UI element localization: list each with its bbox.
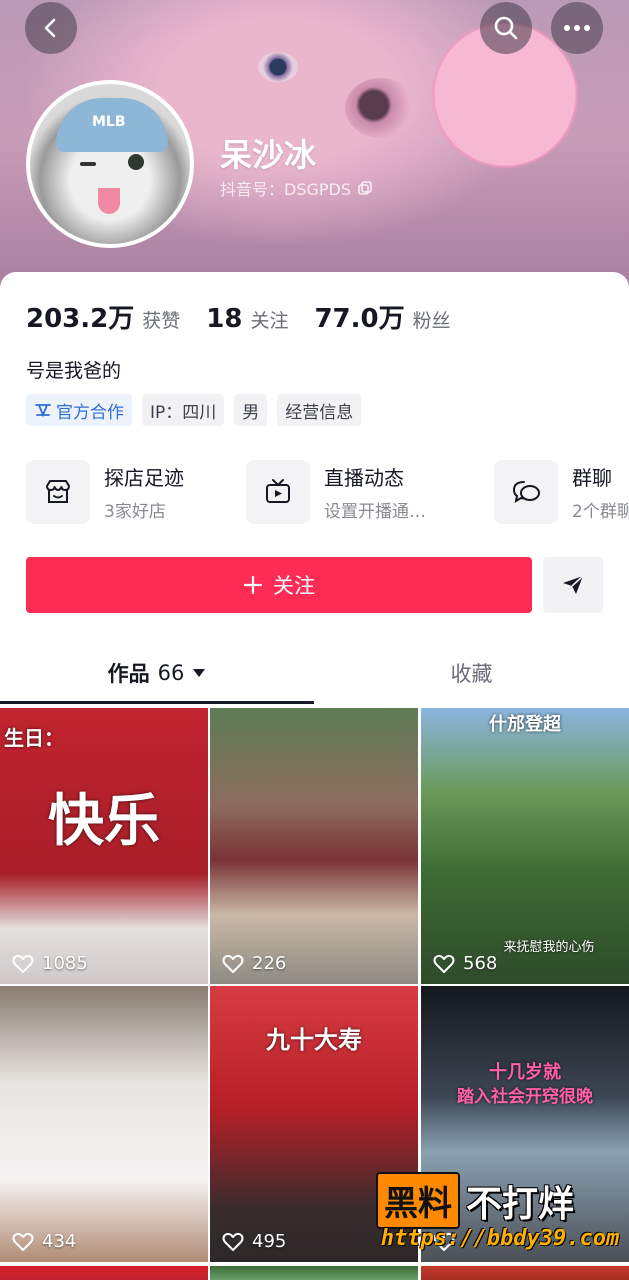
video-likes-count: 495 [252,1231,287,1252]
watermark: 黑料 不打烊 [376,1172,574,1229]
stat-following-number: 18 [206,304,243,334]
service-live-title: 直播动态 [324,466,404,490]
tags-row: 官方合作 IP：四川 男 经营信息 [26,394,362,426]
chat-icon [512,481,540,504]
video-overlay-top: 什邡登超 [489,714,561,735]
search-button[interactable] [480,2,532,54]
heart-icon [222,954,244,973]
stat-likes-number: 203.2万 [26,304,135,334]
tag-gender: 男 [234,394,268,426]
service-store-visits[interactable]: 探店足迹 3家好店 [26,460,184,524]
copy-icon[interactable] [357,180,373,196]
search-icon [494,16,518,40]
tag-official[interactable]: 官方合作 [26,394,132,426]
video-likes: 568 [433,953,497,974]
tab-favorites[interactable]: 收藏 [314,642,629,704]
stat-followers-label: 粉丝 [412,310,451,332]
douyin-id: 抖音号：DSGPDS [220,180,352,199]
content-tabs: 作品 66 收藏 [0,642,629,704]
tag-ip: IP：四川 [142,394,225,426]
douyin-id-row[interactable]: 抖音号：DSGPDS [220,176,373,200]
tab-active-underline [0,701,314,704]
service-live-sub: 设置开播通… [324,502,426,522]
services-row: 探店足迹 3家好店 直播动态 设置开播通… 群聊 2个群聊 [26,460,629,524]
more-button[interactable] [551,2,603,54]
service-group-chat[interactable]: 群聊 2个群聊 [494,460,629,524]
back-button[interactable] [25,2,77,54]
video-thumbnail[interactable]: 434 [0,986,208,1262]
tab-works-count: 66 [157,661,185,685]
video-overlay-top: 九十大寿 [266,1026,362,1054]
stat-followers[interactable]: 77.0万 粉丝 [314,298,450,335]
avatar-eye-right [128,154,144,170]
video-likes: 226 [222,953,286,974]
share-button[interactable] [543,557,603,613]
video-thumbnail[interactable]: 什邡登超 来抚慰我的心伤 568 [421,708,629,984]
avatar[interactable]: MLB [26,80,194,248]
avatar-eye-left [80,162,96,166]
stat-likes[interactable]: 203.2万 获赞 [26,298,180,335]
heart-icon [222,1232,244,1251]
video-thumbnail[interactable] [0,1266,208,1280]
chevron-left-icon [44,18,56,38]
video-overlay-top: 生日： [4,726,64,750]
stat-likes-label: 获赞 [142,310,181,332]
video-likes-count: 568 [463,953,498,974]
more-dots-icon [564,25,590,31]
video-thumbnail[interactable]: 生日： 快乐 1085 [0,708,208,984]
stats-row: 203.2万 获赞 18 关注 77.0万 粉丝 [26,298,477,335]
watermark-text: 不打烊 [466,1183,575,1225]
heart-icon [12,954,34,973]
service-chat-title: 群聊 [572,466,612,490]
banner-art-nose [345,78,417,138]
send-icon [563,575,584,594]
heart-icon [433,954,455,973]
follow-button-label: 关注 [273,574,315,598]
avatar-cap-text: MLB [92,114,126,130]
tv-icon [266,479,290,503]
service-store-sub: 3家好店 [104,502,166,522]
avatar-tongue [98,188,120,214]
video-thumbnail[interactable] [210,1266,418,1280]
video-thumbnail[interactable] [421,1266,629,1280]
tag-official-label: 官方合作 [56,402,124,423]
service-store-title: 探店足迹 [104,466,184,490]
tab-works[interactable]: 作品 66 [0,642,314,704]
stat-following[interactable]: 18 关注 [206,304,288,334]
video-likes-count: 1085 [42,953,88,974]
service-chat-sub: 2个群聊 [572,502,629,522]
stat-following-label: 关注 [250,310,289,332]
watermark-url: https://bbdy39.com [380,1226,620,1251]
video-overlay-mid: 踏入社会开窍很晚 [457,1087,593,1107]
stat-followers-number: 77.0万 [314,304,405,334]
video-overlay-mid: 快乐 [48,789,160,854]
service-store-icon-box [26,460,90,524]
official-badge-icon [35,404,51,418]
video-likes: 434 [12,1231,76,1252]
service-chat-icon-box [494,460,558,524]
tab-works-label: 作品 [107,662,150,686]
caret-down-icon [193,669,206,677]
service-live-icon-box [246,460,310,524]
video-likes-count: 226 [252,953,287,974]
plus-icon [243,575,263,595]
heart-icon [12,1232,34,1251]
video-likes: 1085 [12,953,88,974]
service-live-updates[interactable]: 直播动态 设置开播通… [246,460,426,524]
video-thumbnail[interactable]: 226 [210,708,418,984]
store-icon [46,480,70,503]
bio: 号是我爸的 [26,360,122,382]
video-likes-count: 434 [42,1231,77,1252]
video-likes: 495 [222,1231,286,1252]
watermark-box: 黑料 [376,1172,460,1229]
banner-art-eye [258,52,298,82]
video-overlay-top: 十几岁就 [489,1062,561,1083]
follow-button[interactable]: 关注 [26,557,532,613]
nickname: 呆沙冰 [220,136,317,174]
tag-business[interactable]: 经营信息 [277,394,362,426]
